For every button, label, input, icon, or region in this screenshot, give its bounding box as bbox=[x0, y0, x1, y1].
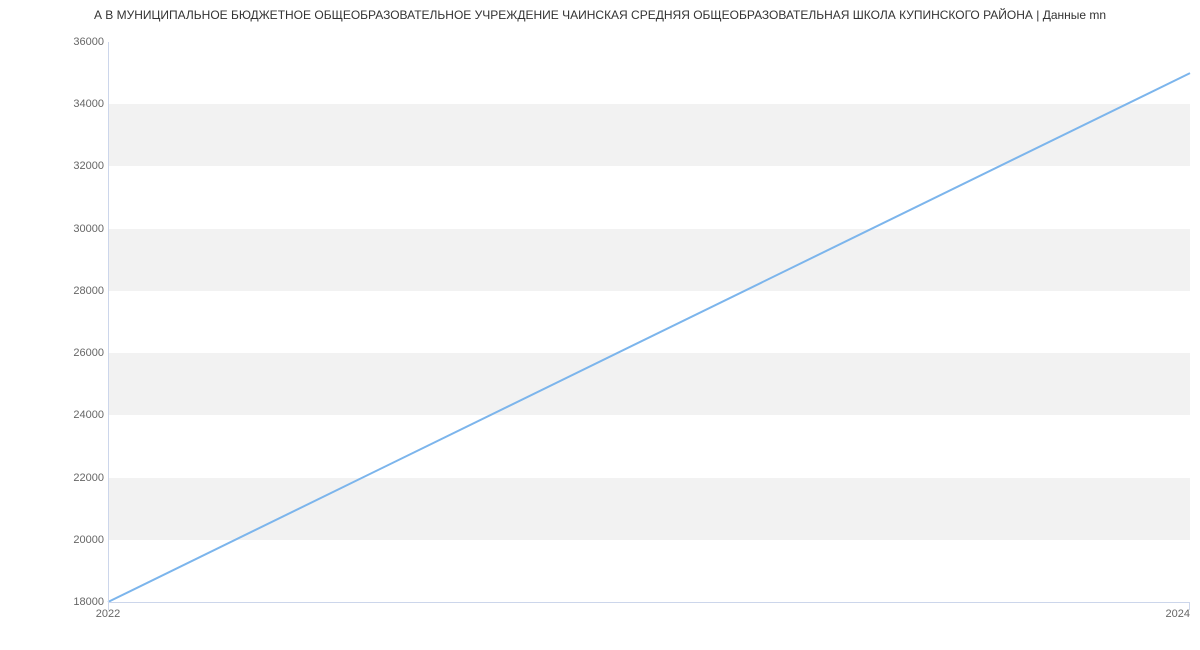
chart-container: { "chart_data": { "type": "line", "title… bbox=[0, 0, 1200, 650]
y-tick-label: 34000 bbox=[44, 98, 104, 110]
y-tick-label: 24000 bbox=[44, 409, 104, 421]
x-tick-label: 2024 bbox=[1166, 608, 1190, 620]
series-line bbox=[108, 73, 1190, 602]
y-tick-label: 32000 bbox=[44, 160, 104, 172]
x-axis-line bbox=[108, 602, 1190, 603]
y-tick-label: 36000 bbox=[44, 36, 104, 48]
chart-title: А В МУНИЦИПАЛЬНОЕ БЮДЖЕТНОЕ ОБЩЕОБРАЗОВА… bbox=[0, 0, 1200, 22]
y-tick-label: 20000 bbox=[44, 534, 104, 546]
y-tick-label: 28000 bbox=[44, 285, 104, 297]
y-tick-label: 18000 bbox=[44, 596, 104, 608]
y-tick-label: 30000 bbox=[44, 223, 104, 235]
chart-line-layer bbox=[108, 42, 1190, 602]
x-tick bbox=[108, 602, 109, 610]
y-tick-label: 22000 bbox=[44, 472, 104, 484]
y-axis-line bbox=[108, 42, 109, 602]
x-tick bbox=[1189, 602, 1190, 610]
y-tick-label: 26000 bbox=[44, 347, 104, 359]
plot-area bbox=[108, 42, 1190, 602]
